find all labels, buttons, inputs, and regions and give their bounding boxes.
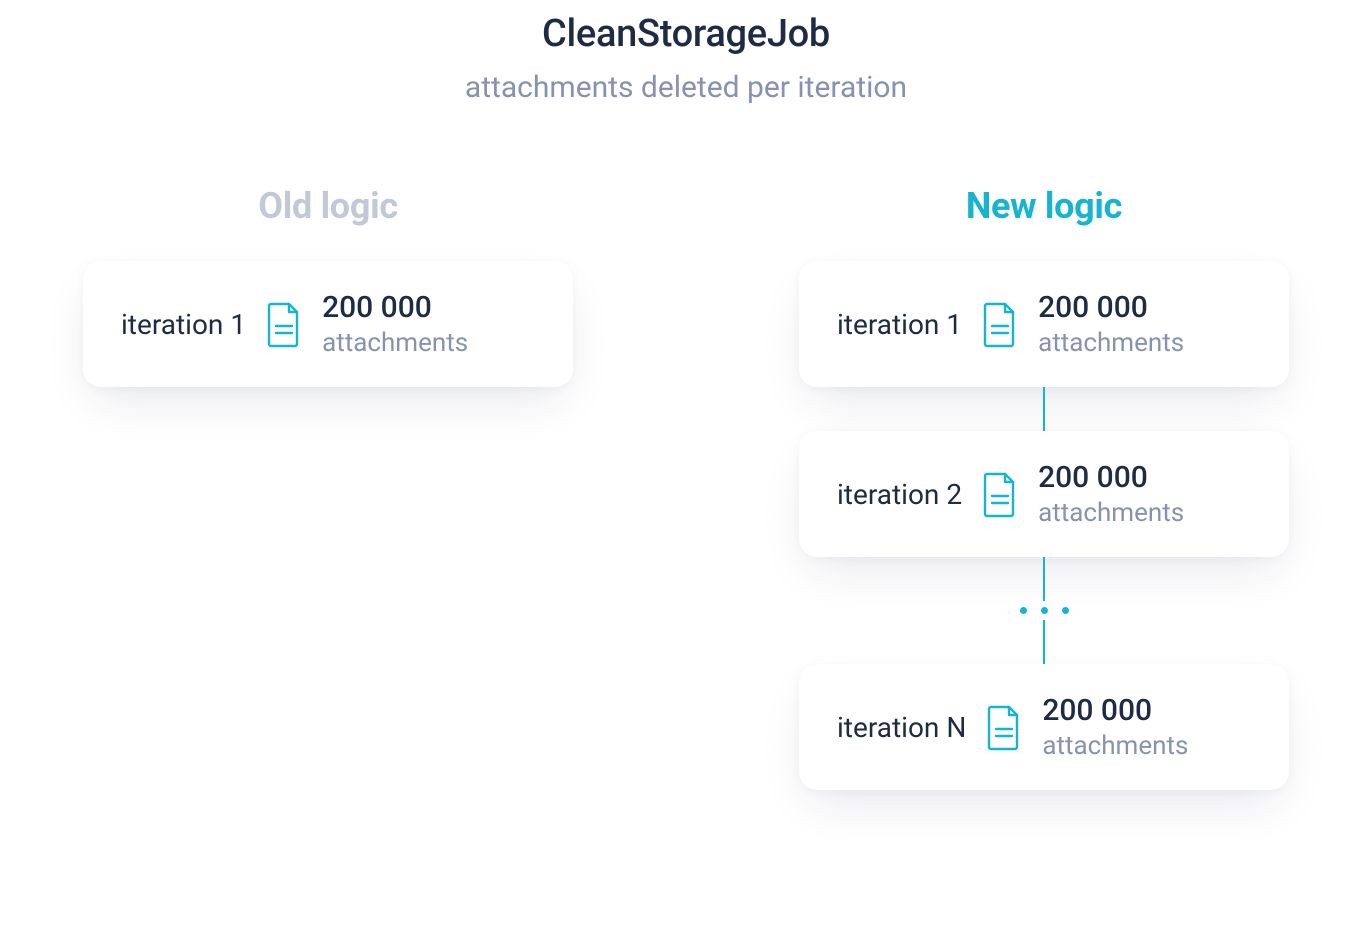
value-number: 200 000 xyxy=(322,289,468,327)
iteration-card: iteration N 200 000 attachments xyxy=(799,664,1289,790)
iteration-label: iteration 2 xyxy=(837,478,962,511)
iteration-label: iteration 1 xyxy=(121,308,246,341)
old-logic-column: Old logic iteration 1 200 000 attachment… xyxy=(48,185,608,790)
value-block: 200 000 attachments xyxy=(1042,692,1188,762)
connector-line xyxy=(1043,387,1045,431)
new-logic-column: New logic iteration 1 200 000 attachment… xyxy=(764,185,1324,790)
value-number: 200 000 xyxy=(1038,289,1184,327)
iteration-label: iteration N xyxy=(837,711,966,744)
value-number: 200 000 xyxy=(1042,692,1188,730)
ellipsis-icon xyxy=(1020,607,1069,614)
diagram-header: CleanStorageJob attachments deleted per … xyxy=(0,0,1372,105)
old-logic-title: Old logic xyxy=(258,185,398,227)
value-unit: attachments xyxy=(322,327,468,360)
iteration-label: iteration 1 xyxy=(837,308,962,341)
document-icon xyxy=(980,470,1020,518)
connector-line xyxy=(1043,620,1045,664)
value-unit: attachments xyxy=(1042,730,1188,763)
document-icon xyxy=(980,300,1020,348)
new-logic-title: New logic xyxy=(966,185,1122,227)
value-block: 200 000 attachments xyxy=(322,289,468,359)
columns-container: Old logic iteration 1 200 000 attachment… xyxy=(0,105,1372,790)
value-unit: attachments xyxy=(1038,327,1184,360)
diagram-subtitle: attachments deleted per iteration xyxy=(0,70,1372,105)
connector-line xyxy=(1043,557,1045,601)
value-block: 200 000 attachments xyxy=(1038,289,1184,359)
value-block: 200 000 attachments xyxy=(1038,459,1184,529)
document-icon xyxy=(264,300,304,348)
diagram-title: CleanStorageJob xyxy=(0,12,1372,56)
iteration-card: iteration 2 200 000 attachments xyxy=(799,431,1289,557)
value-unit: attachments xyxy=(1038,497,1184,530)
document-icon xyxy=(984,703,1024,751)
iteration-card: iteration 1 200 000 attachments xyxy=(83,261,573,387)
iteration-card: iteration 1 200 000 attachments xyxy=(799,261,1289,387)
value-number: 200 000 xyxy=(1038,459,1184,497)
